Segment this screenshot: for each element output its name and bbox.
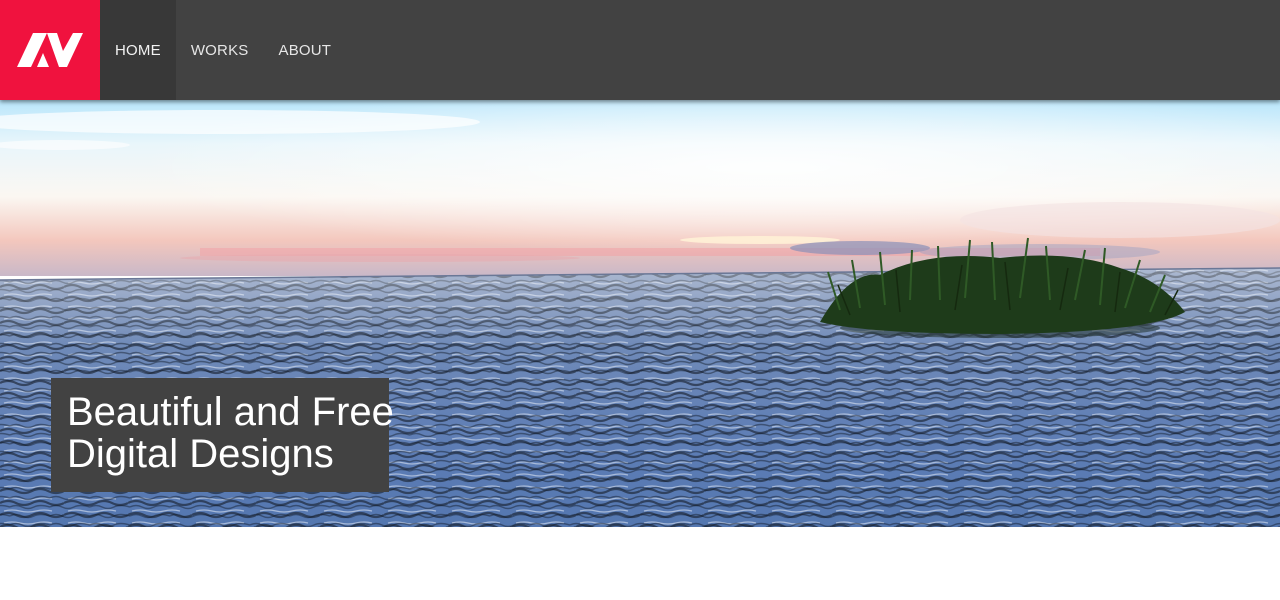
hero-banner: Beautiful and Free Digital Designs xyxy=(0,100,1280,527)
main-nav: HOME WORKS ABOUT xyxy=(100,0,346,100)
hero-caption: Beautiful and Free Digital Designs xyxy=(51,378,394,492)
av-logo-icon xyxy=(17,33,83,67)
nav-item-about[interactable]: ABOUT xyxy=(263,0,346,100)
nav-item-home[interactable]: HOME xyxy=(100,0,176,100)
hero-caption-line-1: Beautiful and Free xyxy=(67,390,394,434)
nav-item-works[interactable]: WORKS xyxy=(176,0,264,100)
logo[interactable] xyxy=(0,0,100,100)
top-navbar: HOME WORKS ABOUT xyxy=(0,0,1280,100)
hero-caption-line-2: Digital Designs xyxy=(67,432,334,476)
